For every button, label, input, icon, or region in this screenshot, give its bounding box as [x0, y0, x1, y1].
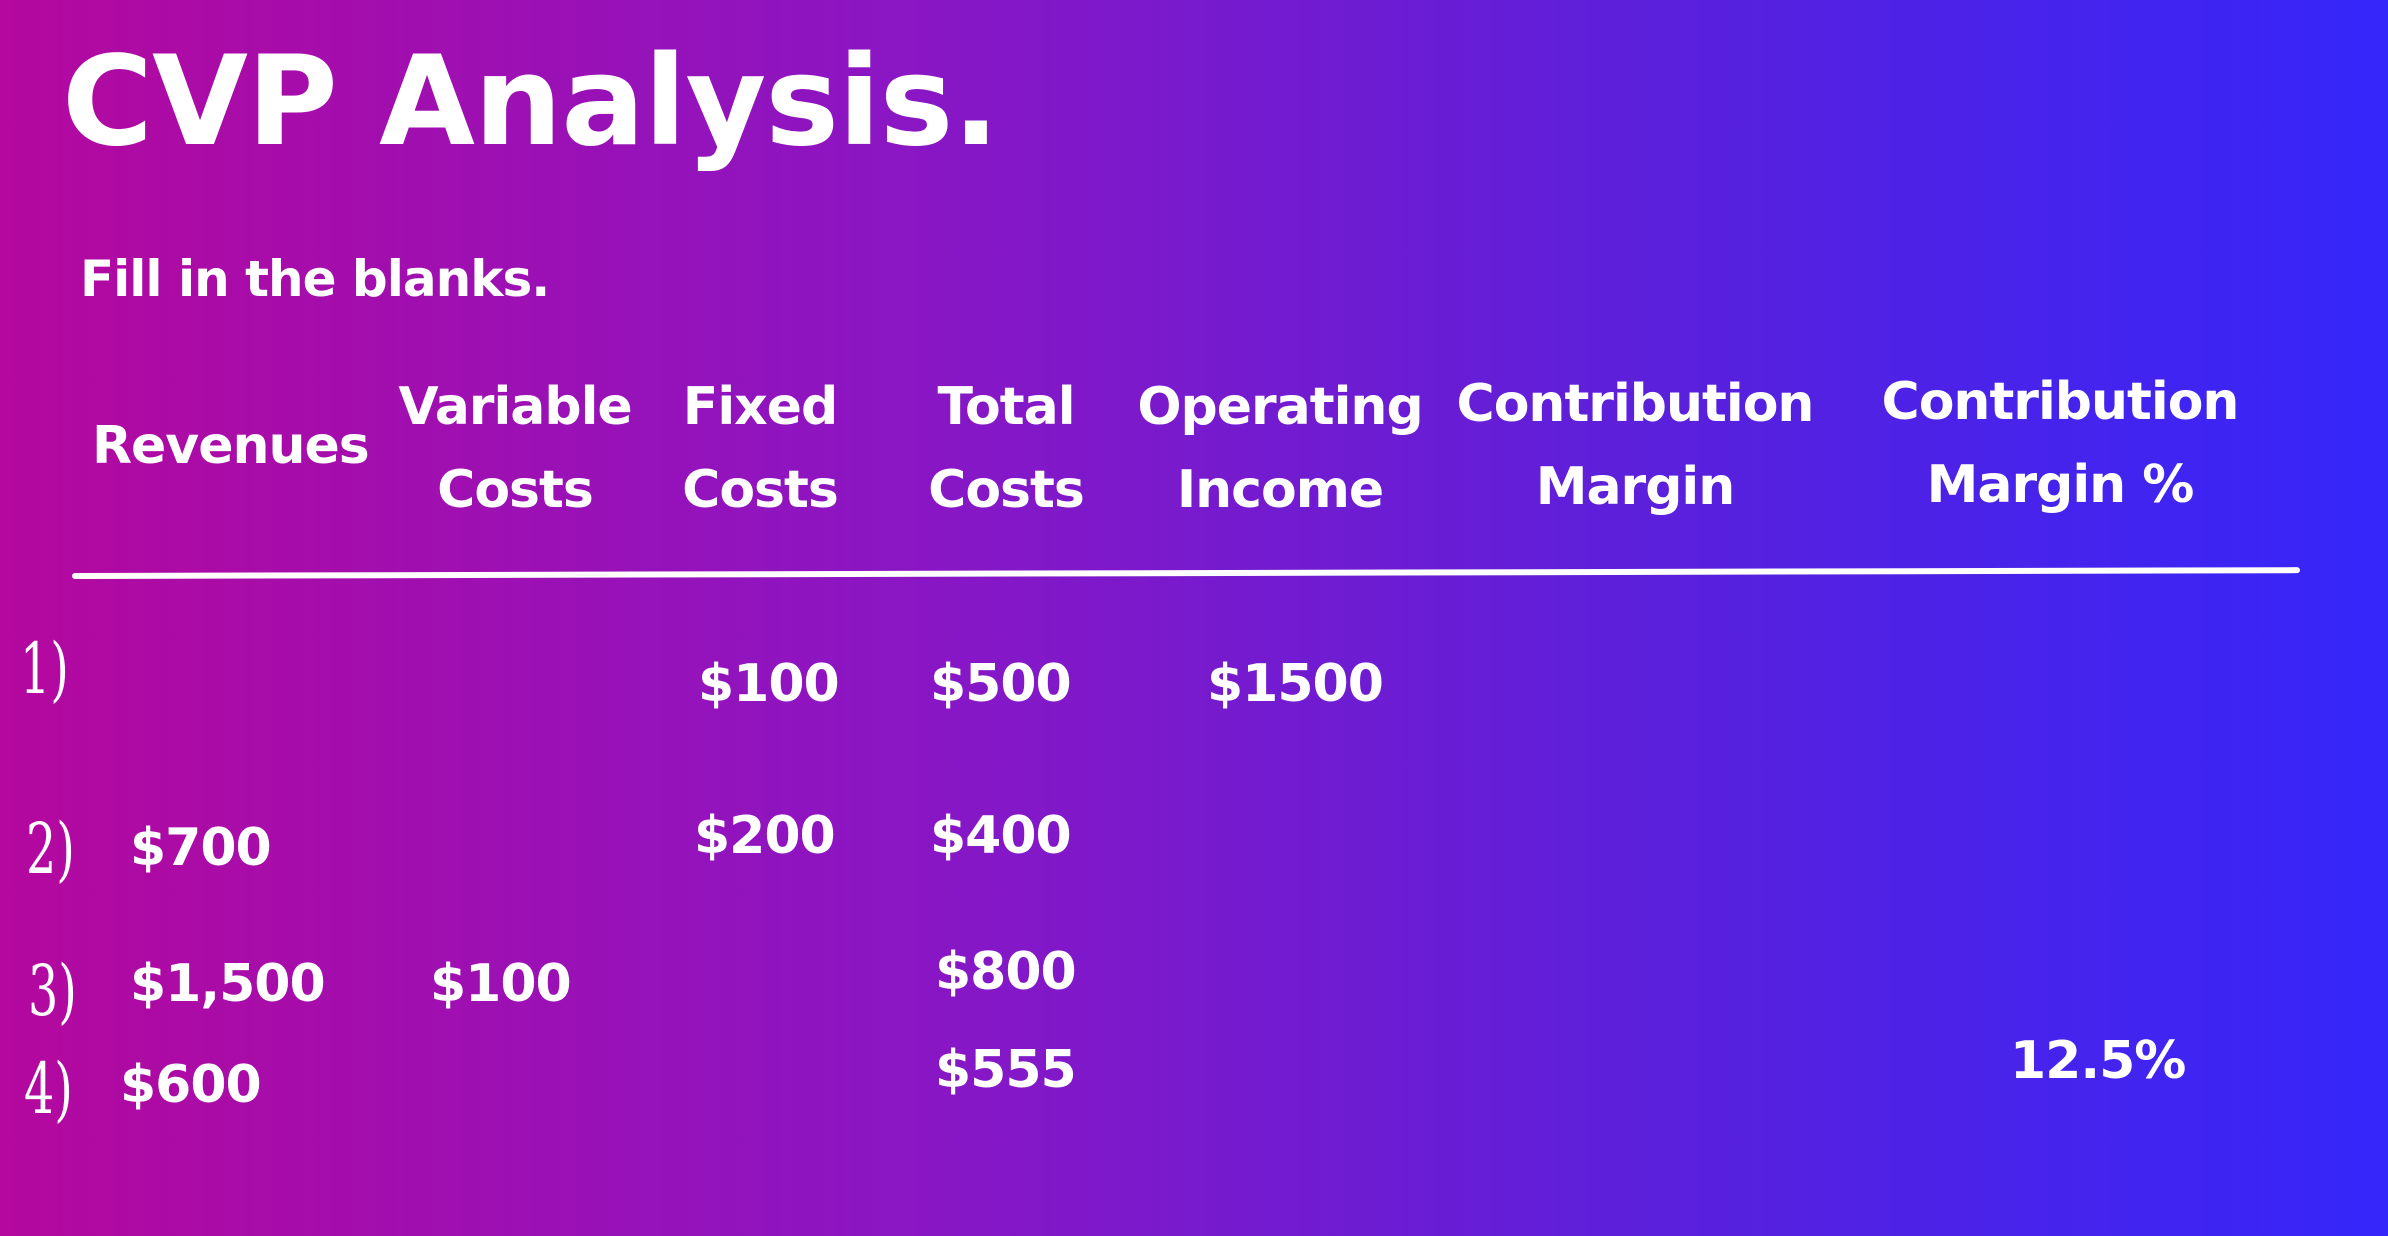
- header-divider: [71, 567, 2301, 579]
- header-contribution-margin-pct-line2: Margin %: [1926, 455, 2195, 515]
- instructions: Fill in the blanks.: [80, 250, 550, 308]
- header-revenues: Revenues: [92, 416, 370, 476]
- header-operating-income: Operating Income: [1130, 366, 1430, 532]
- header-total-costs-line2: Costs: [928, 460, 1085, 520]
- row2-revenues: $700: [130, 818, 272, 878]
- header-variable-costs-line1: Variable: [398, 377, 632, 437]
- row-number-2: 2): [26, 808, 75, 890]
- row1-total-costs: $500: [930, 654, 1072, 714]
- header-contribution-margin-line1: Contribution: [1456, 374, 1815, 434]
- row4-contribution-margin-pct: 12.5%: [2010, 1031, 2186, 1091]
- header-operating-income-line1: Operating: [1137, 377, 1423, 437]
- header-operating-income-line2: Income: [1176, 460, 1384, 520]
- row3-total-costs: $800: [935, 942, 1077, 1002]
- header-variable-costs: Variable Costs: [385, 366, 645, 532]
- header-fixed-costs: Fixed Costs: [660, 366, 860, 532]
- row3-revenues: $1,500: [130, 954, 326, 1014]
- row4-total-costs: $555: [935, 1040, 1077, 1100]
- header-contribution-margin-line2: Margin: [1535, 457, 1736, 517]
- row-number-3: 3): [28, 950, 77, 1032]
- row3-variable-costs: $100: [430, 954, 572, 1014]
- row2-total-costs: $400: [930, 806, 1072, 866]
- header-variable-costs-line2: Costs: [437, 460, 594, 520]
- row4-revenues: $600: [120, 1055, 262, 1115]
- header-fixed-costs-line2: Costs: [682, 460, 839, 520]
- header-total-costs: Total Costs: [900, 366, 1112, 532]
- row1-operating-income: $1500: [1207, 654, 1384, 714]
- row-number-4: 4): [24, 1048, 73, 1130]
- row1-fixed-costs: $100: [698, 654, 840, 714]
- header-total-costs-line1: Total: [937, 377, 1075, 437]
- header-contribution-margin: Contribution Margin: [1440, 363, 1830, 529]
- header-fixed-costs-line1: Fixed: [682, 377, 838, 437]
- row-number-1: 1): [20, 628, 69, 710]
- page-title: CVP Analysis.: [62, 30, 999, 174]
- header-contribution-margin-pct: Contribution Margin %: [1865, 361, 2255, 527]
- row2-fixed-costs: $200: [694, 806, 836, 866]
- header-contribution-margin-pct-line1: Contribution: [1881, 372, 2240, 432]
